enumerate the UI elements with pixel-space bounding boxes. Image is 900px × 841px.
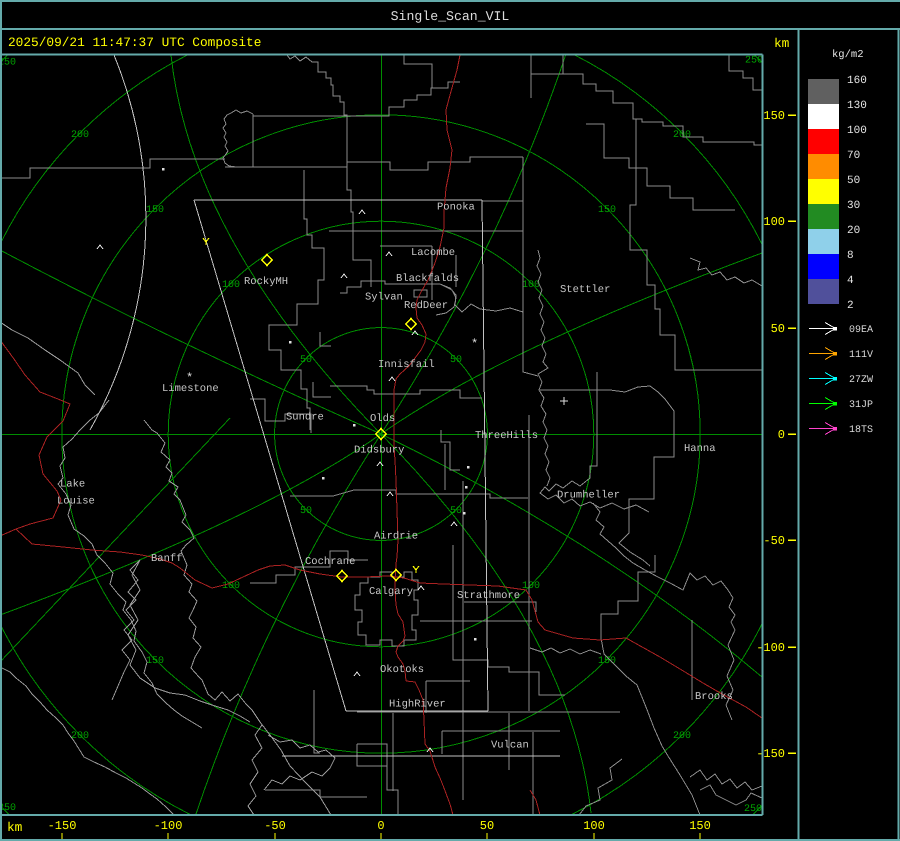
svg-text:Lacombe: Lacombe — [411, 247, 455, 259]
svg-text:130: 130 — [847, 100, 867, 112]
svg-text:50: 50 — [847, 175, 860, 187]
svg-text:150: 150 — [689, 819, 711, 833]
svg-text:Calgary: Calgary — [369, 586, 413, 598]
svg-text:0: 0 — [377, 819, 384, 833]
svg-text:100: 100 — [522, 581, 540, 592]
svg-text:70: 70 — [847, 150, 860, 162]
svg-text:Hanna: Hanna — [684, 443, 716, 455]
svg-text:50: 50 — [771, 322, 785, 336]
svg-text:Sundre: Sundre — [286, 412, 324, 424]
svg-text:2: 2 — [847, 300, 854, 312]
svg-text:Airdrie: Airdrie — [374, 531, 418, 543]
svg-text:200: 200 — [71, 130, 89, 141]
svg-text:Louise: Louise — [57, 496, 95, 508]
svg-text:30: 30 — [847, 200, 860, 212]
svg-text:8: 8 — [847, 250, 854, 262]
svg-text:2025/09/21 11:47:37 UTC Compos: 2025/09/21 11:47:37 UTC Composite — [8, 35, 261, 50]
svg-text:-100: -100 — [756, 641, 785, 655]
svg-text:250: 250 — [745, 56, 763, 67]
svg-text:-150: -150 — [756, 747, 785, 761]
svg-text:111V: 111V — [849, 350, 873, 361]
svg-text:4: 4 — [847, 275, 854, 287]
svg-text:HighRiver: HighRiver — [389, 699, 446, 711]
svg-text:-150: -150 — [48, 819, 77, 833]
svg-text:100: 100 — [583, 819, 605, 833]
svg-text:150: 150 — [146, 656, 164, 667]
svg-text:-50: -50 — [264, 819, 286, 833]
svg-text:100: 100 — [847, 125, 867, 137]
svg-text:Brooks: Brooks — [695, 691, 733, 703]
svg-text:200: 200 — [673, 731, 691, 742]
svg-text:Okotoks: Okotoks — [380, 664, 424, 676]
svg-text:km: km — [774, 36, 790, 51]
svg-text:km: km — [7, 820, 23, 835]
svg-text:kg/m2: kg/m2 — [832, 49, 864, 61]
svg-text:50: 50 — [300, 355, 312, 366]
svg-text:Sylvan: Sylvan — [365, 292, 403, 304]
svg-text:Vulcan: Vulcan — [491, 740, 529, 752]
svg-text:-100: -100 — [154, 819, 183, 833]
svg-text:Stettler: Stettler — [560, 284, 610, 296]
svg-text:*: * — [186, 371, 193, 385]
svg-text:50: 50 — [450, 355, 462, 366]
svg-text:100: 100 — [222, 280, 240, 291]
svg-text:150: 150 — [598, 205, 616, 216]
svg-text:Didsbury: Didsbury — [354, 445, 404, 457]
svg-text:-50: -50 — [763, 534, 785, 548]
svg-text:RedDeer: RedDeer — [404, 300, 448, 312]
svg-text:250: 250 — [744, 804, 762, 815]
svg-text:Banff: Banff — [151, 553, 183, 565]
svg-text:ThreeHills: ThreeHills — [475, 430, 538, 442]
svg-text:Cochrane: Cochrane — [305, 556, 355, 568]
svg-text:0: 0 — [778, 428, 785, 442]
svg-text:Single_Scan_VIL: Single_Scan_VIL — [391, 9, 510, 24]
svg-text:18TS: 18TS — [849, 425, 873, 436]
svg-text:27ZW: 27ZW — [849, 375, 873, 386]
svg-text:200: 200 — [673, 130, 691, 141]
svg-text:100: 100 — [763, 215, 785, 229]
svg-text:20: 20 — [847, 225, 860, 237]
svg-text:Lake: Lake — [60, 479, 85, 491]
svg-text:50: 50 — [450, 506, 462, 517]
svg-text:Ponoka: Ponoka — [437, 202, 475, 214]
svg-text:Strathmore: Strathmore — [457, 590, 520, 602]
svg-text:250: 250 — [0, 803, 16, 814]
svg-text:Blackfalds: Blackfalds — [396, 273, 459, 285]
svg-text:150: 150 — [146, 205, 164, 216]
svg-text:Drumheller: Drumheller — [557, 490, 620, 502]
svg-text:RockyMH: RockyMH — [244, 276, 288, 288]
svg-text:50: 50 — [300, 506, 312, 517]
svg-text:Olds: Olds — [370, 413, 395, 425]
svg-text:100: 100 — [522, 280, 540, 291]
svg-text:150: 150 — [763, 109, 785, 123]
svg-text:160: 160 — [847, 75, 867, 87]
svg-text:50: 50 — [480, 819, 494, 833]
svg-text:09EA: 09EA — [849, 325, 873, 336]
svg-text:Innisfail: Innisfail — [378, 359, 435, 371]
svg-text:31JP: 31JP — [849, 400, 873, 411]
svg-text:250: 250 — [0, 58, 16, 69]
svg-text:*: * — [471, 337, 478, 351]
